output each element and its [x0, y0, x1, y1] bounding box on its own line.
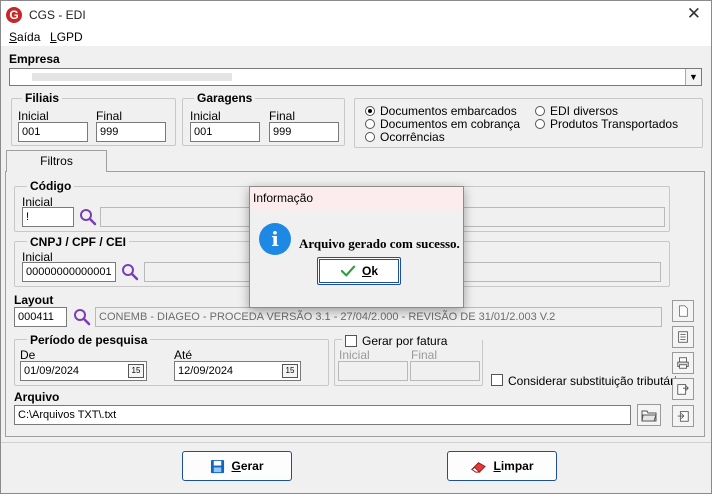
garagens-final-input[interactable]: 999: [269, 122, 339, 142]
radio-produtos-transportados-label[interactable]: Produtos Transportados: [550, 117, 678, 131]
periodo-ate-label: Até: [174, 348, 193, 362]
periodo-de-value: 01/09/2024: [24, 365, 80, 377]
radio-docs-embarcados[interactable]: [365, 106, 375, 116]
fatura-inicial-label: Inicial: [339, 348, 370, 362]
gerar-button[interactable]: Gerar: [182, 451, 292, 481]
calendar-icon[interactable]: 15: [282, 364, 298, 378]
printer-icon[interactable]: [672, 352, 694, 374]
cnpj-title: CNPJ / CPF / CEI: [27, 235, 130, 249]
periodo-de-label: De: [20, 348, 36, 362]
radio-docs-cobranca-label[interactable]: Documentos em cobrança: [380, 117, 520, 131]
checkmark-icon: [340, 265, 356, 277]
info-icon: i: [259, 223, 291, 255]
menu-lgpd[interactable]: LGPD: [50, 30, 83, 44]
document-icon[interactable]: [672, 300, 694, 322]
limpar-button[interactable]: Limpar: [447, 451, 557, 481]
title-bar: G CGS - EDI ✕: [1, 1, 711, 29]
cnpj-search-icon[interactable]: [121, 263, 139, 281]
menu-saida[interactable]: Saída: [9, 30, 40, 44]
dialog-message: Arquivo gerado com sucesso.: [299, 236, 460, 251]
app-logo-icon: G: [6, 7, 22, 23]
fatura-final-label: Final: [411, 348, 438, 362]
radio-docs-cobranca[interactable]: [365, 119, 375, 129]
list-document-icon[interactable]: [672, 326, 694, 348]
menu-bar: Saída LGPD: [1, 29, 711, 46]
calendar-icon[interactable]: 15: [128, 364, 144, 378]
layout-search-icon[interactable]: [73, 308, 91, 326]
radio-ocorrencias[interactable]: [365, 132, 375, 142]
dialog-title: Informação: [250, 187, 463, 209]
radio-docs-embarcados-label[interactable]: Documentos embarcados: [380, 104, 517, 118]
save-icon: [211, 459, 225, 473]
periodo-ate-value: 12/09/2024: [178, 365, 234, 377]
gerar-fatura-label[interactable]: Gerar por fatura: [362, 334, 447, 348]
arquivo-input[interactable]: C:\Arquivos TXT\.txt: [14, 405, 631, 425]
fatura-inicial-input: [338, 361, 408, 381]
codigo-search-icon[interactable]: [79, 208, 97, 226]
info-dialog: Informação i Arquivo gerado com sucesso.…: [249, 186, 464, 308]
fatura-final-input: [410, 361, 480, 381]
empresa-label: Empresa: [9, 52, 60, 66]
gerar-fatura-checkbox[interactable]: [345, 335, 357, 347]
import-icon[interactable]: [672, 405, 694, 427]
radio-edi-diversos-label[interactable]: EDI diversos: [550, 104, 618, 118]
empresa-value-redacted: [32, 73, 232, 81]
layout-description: CONEMB - DIAGEO - PROCEDA VERSÃO 3.1 - 2…: [95, 307, 662, 327]
layout-code-input[interactable]: 000411: [14, 307, 67, 327]
arquivo-label: Arquivo: [14, 390, 60, 404]
radio-ocorrencias-label[interactable]: Ocorrências: [380, 130, 445, 144]
substituicao-label[interactable]: Considerar substituição tributária: [508, 374, 683, 388]
garagens-title: Garagens: [194, 91, 256, 105]
filiais-title: Filiais: [22, 91, 63, 105]
codigo-inicial-input[interactable]: !: [22, 207, 74, 227]
close-icon[interactable]: ✕: [687, 4, 701, 24]
chevron-down-icon[interactable]: ▼: [685, 69, 701, 85]
radio-produtos-transportados[interactable]: [535, 119, 545, 129]
window-title: CGS - EDI: [29, 8, 86, 22]
filiais-inicial-input[interactable]: 001: [18, 122, 88, 142]
layout-label: Layout: [14, 293, 54, 307]
periodo-title: Período de pesquisa: [27, 333, 151, 347]
tab-filtros[interactable]: Filtros: [6, 150, 107, 172]
filiais-final-label: Final: [96, 109, 123, 123]
eraser-icon: [471, 461, 487, 473]
filiais-final-input[interactable]: 999: [96, 122, 166, 142]
garagens-final-label: Final: [269, 109, 296, 123]
garagens-inicial-label: Inicial: [190, 109, 221, 123]
garagens-inicial-input[interactable]: 001: [190, 122, 260, 142]
substituicao-checkbox[interactable]: [491, 374, 503, 386]
export-icon[interactable]: [672, 378, 694, 400]
ok-button[interactable]: Ok: [317, 257, 401, 285]
codigo-title: Código: [27, 179, 75, 193]
folder-open-icon[interactable]: [637, 404, 661, 426]
cnpj-inicial-input[interactable]: 00000000000001: [22, 262, 116, 282]
radio-edi-diversos[interactable]: [535, 106, 545, 116]
empresa-select[interactable]: ▼: [9, 68, 702, 86]
filiais-inicial-label: Inicial: [18, 109, 49, 123]
